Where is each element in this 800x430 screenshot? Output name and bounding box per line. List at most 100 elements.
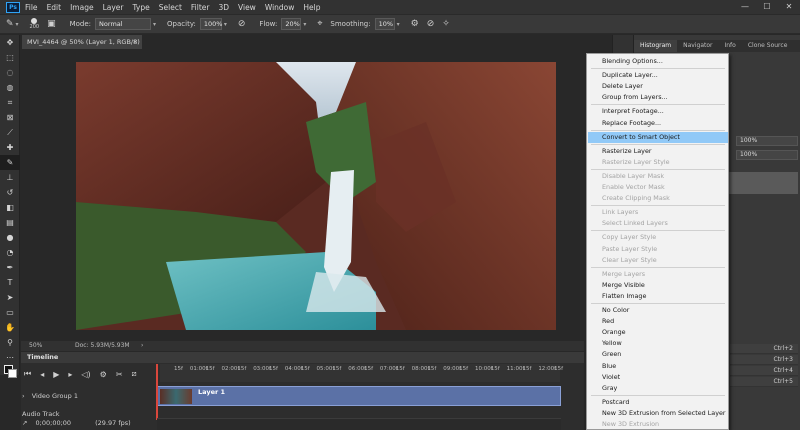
airbrush-icon[interactable]: ⌖ [317,19,322,29]
smoothing-dropdown-icon[interactable]: ▾ [397,21,403,28]
menu-item-gray[interactable]: Gray [588,383,728,394]
tab-clone-source[interactable]: Clone Source [742,40,794,52]
menu-item-convert-to-smart-object[interactable]: Convert to Smart Object [588,131,728,143]
clone-stamp-tool-icon[interactable]: ⊥ [0,170,20,185]
menu-view[interactable]: View [238,3,256,12]
brush-tool-icon[interactable]: ✎ [6,19,14,29]
minimize-button[interactable]: — [734,0,756,14]
layer-opacity-field[interactable]: 100% [736,136,798,146]
symmetry-icon[interactable]: ✧ [442,19,450,29]
menu-item-delete-layer[interactable]: Delete Layer [588,81,728,92]
opacity-field[interactable]: 100% [199,18,222,30]
pressure-size-icon[interactable]: ⊘ [427,19,435,29]
menu-item-blue[interactable]: Blue [588,361,728,372]
type-tool-icon[interactable]: T [0,275,20,290]
menu-item-new-3d-extrusion-from-selected-layer[interactable]: New 3D Extrusion from Selected Layer [588,408,728,419]
brush-preview[interactable]: 200 [30,18,39,30]
timeline-ruler[interactable]: 15f 01:00f 15f 02:00f 15f 03:00f 15f 04:00f 15f 0… [160,364,563,382]
menu-item-flatten-image[interactable]: Flatten Image [588,291,728,302]
go-to-first-frame-icon[interactable]: ⏮ [24,369,31,379]
audio-track-label[interactable]: Audio Track [22,410,60,418]
maximize-button[interactable]: ☐ [756,0,778,14]
move-tool-icon[interactable]: ✥ [0,35,20,50]
menu-filter[interactable]: Filter [191,3,210,12]
menu-select[interactable]: Select [159,3,182,12]
rectangle-tool-icon[interactable]: ▭ [0,305,20,320]
menu-item-merge-visible[interactable]: Merge Visible [588,280,728,291]
menu-item-rasterize-layer[interactable]: Rasterize Layer [588,146,728,157]
pen-tool-icon[interactable]: ✒ [0,260,20,275]
menu-file[interactable]: File [25,3,38,12]
eyedropper-tool-icon[interactable]: ⟋ [0,125,20,140]
menu-image[interactable]: Image [70,3,94,12]
menu-help[interactable]: Help [303,3,320,12]
next-frame-icon[interactable]: ▸ [68,370,72,379]
hand-tool-icon[interactable]: ✋ [0,320,20,335]
menu-item-replace-footage[interactable]: Replace Footage... [588,118,728,129]
menu-item-red[interactable]: Red [588,316,728,327]
flow-field[interactable]: 20% [281,18,302,30]
menu-item-blending-options[interactable]: Blending Options... [588,56,728,67]
audio-icon[interactable]: ◁) [81,370,90,379]
audio-track-lane[interactable] [157,418,561,430]
shortcut-ctrl5[interactable]: Ctrl+5 [730,377,798,387]
menu-layer[interactable]: Layer [103,3,124,12]
split-icon[interactable]: ✂ [116,370,123,379]
shortcut-ctrl4[interactable]: Ctrl+4 [730,366,798,376]
render-icon[interactable]: ↗ [22,419,27,427]
opacity-dropdown-icon[interactable]: ▾ [224,21,230,28]
status-arrow-icon[interactable]: › [141,341,143,351]
flow-dropdown-icon[interactable]: ▾ [303,21,309,28]
more-tools-icon[interactable]: ⋯ [0,350,20,365]
tool-preset-dropdown-icon[interactable]: ▾ [16,21,22,28]
layer-fill-field[interactable]: 100% [736,150,798,160]
zoom-tool-icon[interactable]: ⚲ [0,335,20,350]
menu-item-orange[interactable]: Orange [588,327,728,338]
shortcut-ctrl2[interactable]: Ctrl+2 [730,344,798,354]
tab-histogram[interactable]: Histogram [634,40,678,52]
dodge-tool-icon[interactable]: ◔ [0,245,20,260]
crop-tool-icon[interactable]: ⌗ [0,95,20,110]
video-group-label[interactable]: › Video Group 1 [22,392,78,400]
menu-window[interactable]: Window [265,3,295,12]
gradient-tool-icon[interactable]: ▤ [0,215,20,230]
blur-tool-icon[interactable]: ● [0,230,20,245]
path-selection-tool-icon[interactable]: ➤ [0,290,20,305]
menu-item-interpret-footage[interactable]: Interpret Footage... [588,106,728,117]
history-brush-tool-icon[interactable]: ↺ [0,185,20,200]
layer-row[interactable] [729,172,798,194]
brush-settings-icon[interactable]: ▣ [47,19,56,29]
zoom-level[interactable]: 50% [29,341,42,351]
transition-icon[interactable]: ⧄ [132,369,137,379]
menu-edit[interactable]: Edit [47,3,62,12]
pressure-opacity-icon[interactable]: ⊘ [238,19,246,29]
menu-item-green[interactable]: Green [588,349,728,360]
close-tab-icon[interactable]: ✕ [133,35,138,49]
menu-type[interactable]: Type [133,3,150,12]
healing-brush-tool-icon[interactable]: ✚ [0,140,20,155]
menu-3d[interactable]: 3D [218,3,229,12]
menu-item-yellow[interactable]: Yellow [588,338,728,349]
playhead[interactable] [156,364,158,420]
menu-item-duplicate-layer[interactable]: Duplicate Layer... [588,70,728,81]
tab-info[interactable]: Info [718,40,741,52]
expand-chevron-icon[interactable]: › [22,392,25,400]
brush-tool-icon[interactable]: ✎ [0,155,20,170]
close-button[interactable]: ✕ [778,0,800,14]
play-icon[interactable]: ▶ [53,370,59,379]
eraser-tool-icon[interactable]: ◧ [0,200,20,215]
menu-item-no-color[interactable]: No Color [588,305,728,316]
video-clip[interactable]: Layer 1 [157,386,561,406]
gear-icon[interactable]: ⚙ [411,19,419,29]
previous-frame-icon[interactable]: ◂ [40,370,44,379]
menu-item-group-from-layers[interactable]: Group from Layers... [588,92,728,103]
shortcut-ctrl3[interactable]: Ctrl+3 [730,355,798,365]
document-tab[interactable]: MVI_4464 @ 50% (Layer 1, RGB/8) ✕ [22,35,142,49]
quick-select-tool-icon[interactable]: ◍ [0,80,20,95]
menu-item-violet[interactable]: Violet [588,372,728,383]
menu-item-postcard[interactable]: Postcard [588,397,728,408]
tab-navigator[interactable]: Navigator [677,40,718,52]
mode-select[interactable]: Normal [95,18,152,30]
marquee-tool-icon[interactable]: ⬚ [0,50,20,65]
canvas-image[interactable] [76,62,556,330]
